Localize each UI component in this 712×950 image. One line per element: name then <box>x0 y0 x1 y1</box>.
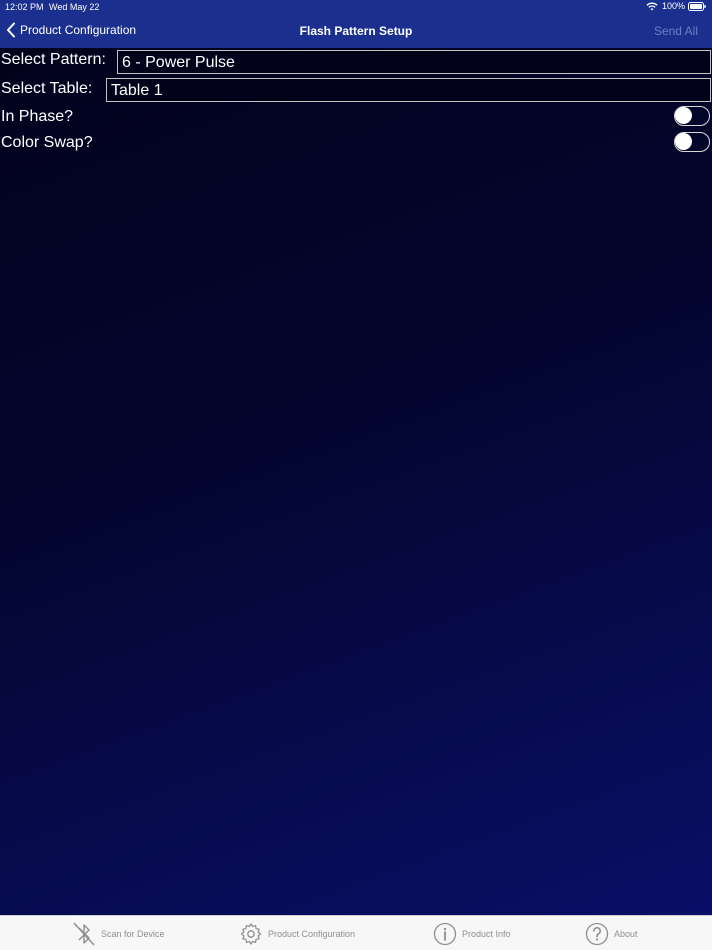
color-swap-label: Color Swap? <box>1 134 93 151</box>
tab-scan-for-device[interactable]: Scan for Device <box>72 916 165 950</box>
gear-icon <box>240 922 262 945</box>
tab-bar: Scan for Device Product Configuration Pr… <box>0 915 712 950</box>
tab-product-configuration[interactable]: Product Configuration <box>239 916 355 950</box>
toggle-knob <box>675 133 692 150</box>
status-right: 100% <box>646 1 706 11</box>
info-icon <box>433 922 457 945</box>
status-time: 12:02 PM <box>5 2 44 12</box>
tab-label: Product Configuration <box>268 928 356 939</box>
table-field[interactable]: Table 1 <box>106 78 711 102</box>
send-all-button[interactable]: Send All <box>654 24 698 38</box>
tab-about[interactable]: About <box>585 916 638 950</box>
tab-label: Scan for Device <box>101 928 165 939</box>
pattern-field[interactable]: 6 - Power Pulse <box>117 50 711 74</box>
table-label: Select Table: <box>1 80 93 97</box>
tab-label: Product Info <box>462 928 511 939</box>
page-title: Flash Pattern Setup <box>299 24 413 38</box>
nav-bar: Product Configuration Flash Pattern Setu… <box>0 14 712 48</box>
in-phase-label: In Phase? <box>1 108 74 125</box>
pattern-label: Select Pattern: <box>1 51 106 68</box>
wifi-icon <box>646 2 658 11</box>
header: 12:02 PM Wed May 22 100% Product Configu… <box>0 0 712 48</box>
battery-percent: 100% <box>661 1 685 11</box>
tab-product-info[interactable]: Product Info <box>433 916 511 950</box>
question-icon <box>585 922 609 945</box>
tab-label: About <box>614 928 638 939</box>
in-phase-toggle[interactable] <box>674 106 710 126</box>
battery-icon <box>688 1 706 11</box>
bluetooth-off-icon <box>73 922 95 945</box>
color-swap-toggle[interactable] <box>674 132 710 152</box>
status-date: Wed May 22 <box>49 2 100 12</box>
toggle-knob <box>675 107 692 124</box>
status-bar: 12:02 PM Wed May 22 100% <box>0 0 712 14</box>
